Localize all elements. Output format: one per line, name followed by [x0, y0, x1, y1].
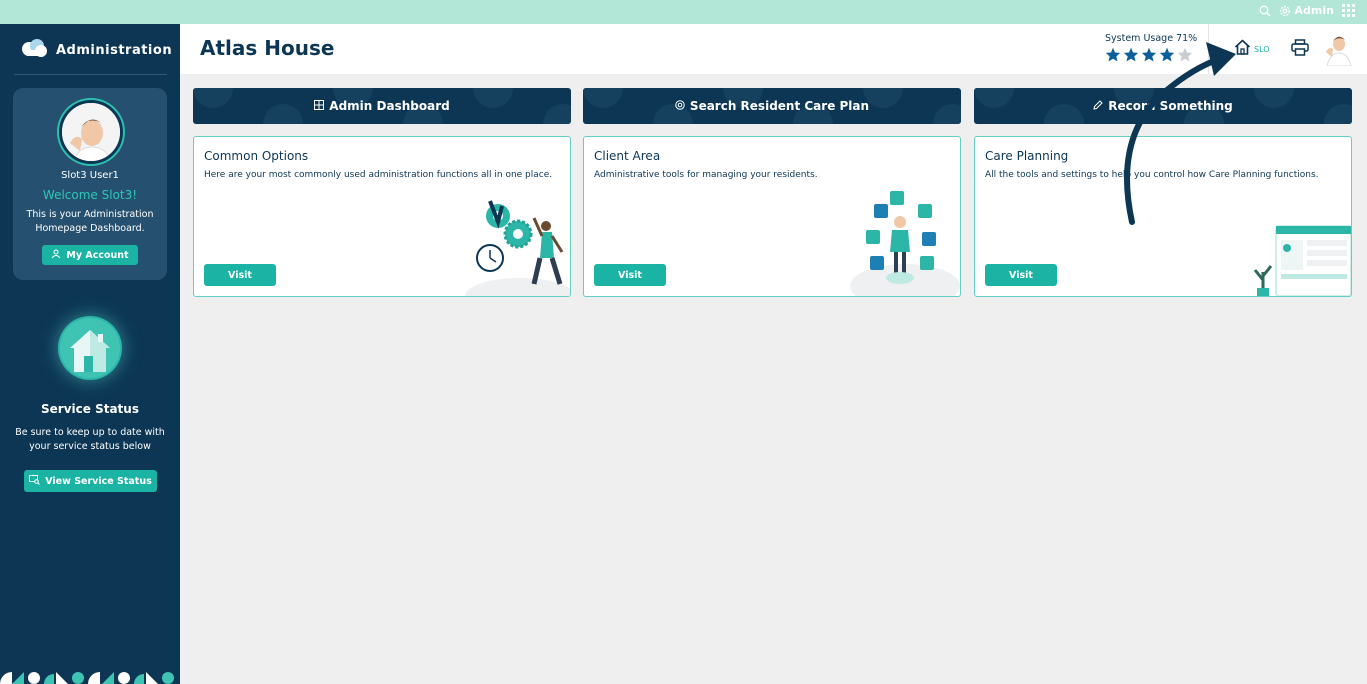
avatar: [59, 100, 123, 164]
page-title: Atlas House: [200, 36, 335, 60]
visit-button[interactable]: Visit: [985, 264, 1057, 286]
home-icon: [1234, 39, 1251, 59]
users-icon: [51, 249, 61, 262]
admin-menu[interactable]: Admin: [1279, 4, 1334, 17]
house-icon: [58, 316, 122, 380]
page-header: Atlas House System Usage 71% SLO: [180, 24, 1367, 74]
card-description: Administrative tools for managing your r…: [594, 170, 818, 180]
star-icon: [1123, 47, 1139, 62]
star-icon: [1105, 47, 1121, 62]
header-divider: [1208, 24, 1209, 74]
apps-grid-icon[interactable]: [1342, 4, 1355, 17]
star-icon: [1177, 47, 1193, 62]
card-description: Here are your most commonly used adminis…: [204, 170, 553, 180]
brand[interactable]: Administration: [20, 38, 172, 62]
welcome-text: Welcome Slot3!: [42, 188, 138, 202]
care-planning-card: Care Planning All the tools and settings…: [974, 136, 1352, 297]
card-description: All the tools and settings to help you c…: [985, 170, 1319, 180]
usage-rating: [1105, 47, 1197, 62]
sidebar: Administration Slot3 User1 Welcome Slot3…: [0, 24, 180, 684]
record-something-label: Record Something: [1108, 99, 1233, 113]
gear-icon: [1279, 5, 1291, 17]
search-care-plan-label: Search Resident Care Plan: [689, 99, 870, 113]
decorative-pattern: [0, 660, 180, 684]
cloud-logo-icon: [20, 38, 48, 62]
search-care-plan-button[interactable]: Search Resident Care Plan: [583, 88, 961, 124]
monitor-search-icon: [29, 474, 41, 488]
brand-label: Administration: [56, 42, 173, 58]
card-title: Client Area: [594, 149, 661, 163]
my-account-label: My Account: [66, 249, 129, 261]
system-usage-label: System Usage 71%: [1105, 33, 1198, 44]
user-avatar[interactable]: [1323, 32, 1353, 67]
star-icon: [1159, 47, 1175, 62]
care-plan-illustration: [1253, 225, 1351, 296]
star-icon: [1141, 47, 1157, 62]
view-service-status-button[interactable]: View Service Status: [24, 470, 157, 492]
home-button[interactable]: SLO: [1234, 39, 1270, 59]
divider: [14, 74, 167, 75]
card-title: Common Options: [204, 149, 309, 163]
intro-text: This is your Administration Homepage Das…: [26, 209, 154, 234]
user-card: Slot3 User1 Welcome Slot3! This is your …: [13, 88, 167, 280]
my-account-button[interactable]: My Account: [42, 245, 138, 265]
common-options-card: Common Options Here are your most common…: [193, 136, 571, 297]
gears-illustration: [465, 200, 570, 296]
admin-label: Admin: [1294, 4, 1334, 17]
visit-button[interactable]: Visit: [204, 264, 276, 286]
admin-dashboard-label: Admin Dashboard: [329, 99, 450, 113]
user-name: Slot3 User1: [61, 170, 119, 181]
client-area-card: Client Area Administrative tools for man…: [583, 136, 961, 297]
system-usage: System Usage 71%: [1105, 33, 1197, 62]
visit-button[interactable]: Visit: [594, 264, 666, 286]
at-icon: [675, 99, 685, 113]
top-tools: Admin: [1259, 4, 1355, 17]
card-title: Care Planning: [985, 149, 1069, 163]
home-label: SLO: [1254, 44, 1270, 54]
service-status-text: Be sure to keep up to date with your ser…: [15, 427, 165, 452]
admin-dashboard-button[interactable]: Admin Dashboard: [193, 88, 571, 124]
resident-illustration: [850, 191, 960, 296]
print-icon[interactable]: [1291, 39, 1309, 60]
view-service-status-label: View Service Status: [45, 475, 152, 487]
top-strip: Admin: [0, 0, 1367, 24]
grid-icon: [314, 99, 325, 113]
service-status-title: Service Status: [41, 402, 139, 416]
search-icon[interactable]: [1259, 5, 1271, 17]
record-something-button[interactable]: Record Something: [974, 88, 1352, 124]
pencil-icon: [1093, 99, 1103, 113]
